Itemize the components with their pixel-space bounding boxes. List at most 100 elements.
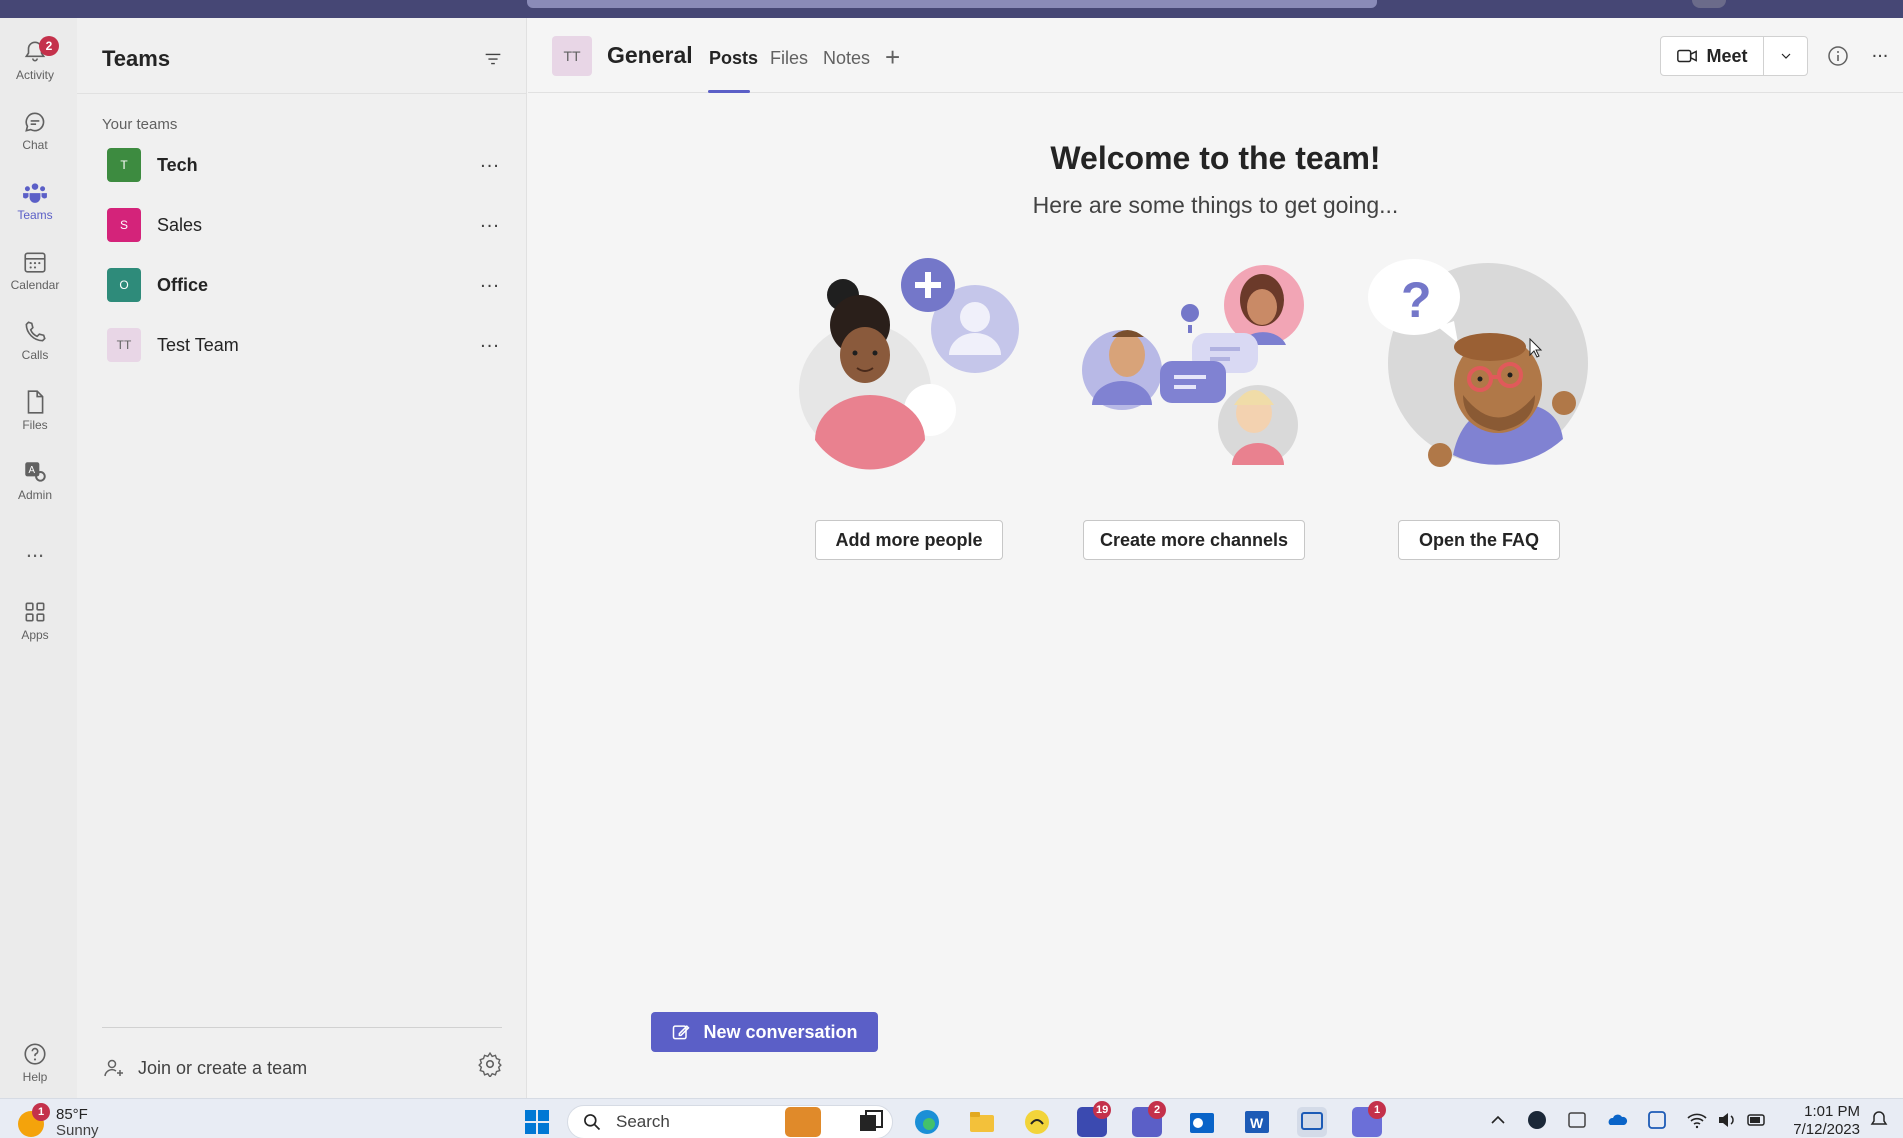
team-item-test-team[interactable]: TT Test Team ... bbox=[77, 318, 527, 374]
create-more-channels-button[interactable]: Create more channels bbox=[1083, 520, 1305, 560]
open-faq-button[interactable]: Open the FAQ bbox=[1398, 520, 1560, 560]
meet-button-group: Meet bbox=[1660, 36, 1808, 76]
teams-app-badge: 2 bbox=[1148, 1101, 1166, 1119]
team-more-button[interactable]: ... bbox=[477, 331, 503, 356]
weather-condition: Sunny bbox=[56, 1122, 99, 1138]
edge-browser-icon[interactable] bbox=[912, 1107, 942, 1137]
sync-icon[interactable] bbox=[1646, 1109, 1668, 1131]
calendar-app-icon[interactable]: 19 bbox=[1077, 1101, 1112, 1137]
file-explorer-icon[interactable] bbox=[967, 1107, 997, 1137]
discord-app-badge: 1 bbox=[1368, 1101, 1386, 1119]
tab-posts[interactable]: Posts bbox=[709, 48, 758, 69]
tray-app-icon[interactable] bbox=[1566, 1109, 1588, 1131]
rail-item-activity[interactable]: Activity 2 bbox=[0, 30, 70, 90]
screen-app-icon[interactable] bbox=[1297, 1107, 1327, 1137]
clock-date: 7/12/2023 bbox=[1793, 1121, 1860, 1138]
onedrive-icon[interactable] bbox=[1606, 1109, 1628, 1131]
section-label: Your teams bbox=[102, 116, 178, 133]
activity-badge: 2 bbox=[39, 36, 59, 56]
discord-app-icon[interactable]: 1 bbox=[1352, 1101, 1386, 1137]
rail-item-help[interactable]: Help bbox=[0, 1032, 70, 1092]
taskbar-search[interactable]: Search bbox=[567, 1105, 893, 1138]
join-create-team-button[interactable]: Join or create a team bbox=[102, 1053, 307, 1083]
profile-avatar[interactable] bbox=[1692, 0, 1726, 8]
team-item-sales[interactable]: S Sales ... bbox=[77, 198, 527, 254]
word-icon[interactable]: W bbox=[1242, 1107, 1272, 1137]
gear-icon[interactable] bbox=[477, 1051, 503, 1077]
meet-button[interactable]: Meet bbox=[1661, 37, 1763, 75]
tab-notes[interactable]: Notes bbox=[823, 48, 870, 69]
rail-item-admin[interactable]: A Admin bbox=[0, 450, 70, 510]
rail-label: Chat bbox=[22, 137, 48, 152]
outlook-icon[interactable] bbox=[1187, 1107, 1217, 1137]
rail-item-teams[interactable]: Teams bbox=[0, 170, 70, 230]
rail-item-apps[interactable]: Apps bbox=[0, 590, 70, 650]
new-conversation-button[interactable]: New conversation bbox=[651, 1012, 878, 1052]
windows-start-icon[interactable] bbox=[522, 1107, 552, 1137]
add-people-illustration bbox=[799, 258, 1019, 470]
apps-icon bbox=[25, 602, 45, 621]
rail-more-button[interactable]: ... bbox=[0, 530, 70, 570]
filter-icon[interactable] bbox=[482, 48, 504, 70]
system-clock[interactable]: 1:01 PM 7/12/2023 bbox=[1770, 1103, 1860, 1138]
meet-dropdown-button[interactable] bbox=[1764, 37, 1808, 75]
rail-label: Calls bbox=[21, 347, 49, 362]
add-more-people-button[interactable]: Add more people bbox=[815, 520, 1003, 560]
teams-app-icon[interactable]: 2 bbox=[1132, 1101, 1166, 1137]
divider bbox=[102, 1027, 502, 1028]
volume-icon[interactable] bbox=[1716, 1109, 1738, 1131]
svg-text:A: A bbox=[29, 465, 36, 476]
panel-title: Teams bbox=[102, 46, 171, 71]
team-name: Tech bbox=[157, 155, 198, 175]
steam-icon[interactable] bbox=[1526, 1109, 1548, 1131]
team-more-button[interactable]: ... bbox=[477, 151, 503, 176]
calendar-app-badge: 19 bbox=[1093, 1101, 1112, 1119]
rail-item-files[interactable]: Files bbox=[0, 380, 70, 440]
search-label: Search bbox=[616, 1112, 670, 1131]
active-tab-indicator bbox=[708, 90, 750, 93]
chevron-down-icon bbox=[1781, 53, 1791, 59]
search-icon bbox=[584, 1114, 601, 1131]
create-channels-illustration bbox=[1082, 265, 1304, 465]
clock-time: 1:01 PM bbox=[1804, 1103, 1860, 1120]
team-avatar: TT bbox=[107, 328, 141, 362]
weather-widget[interactable]: 1 85°F Sunny bbox=[18, 1103, 99, 1138]
welcome-title: Welcome to the team! bbox=[1050, 140, 1381, 176]
new-conversation-label: New conversation bbox=[703, 1021, 858, 1042]
more-options-button[interactable]: ... bbox=[1868, 41, 1892, 68]
rail-label: Calendar bbox=[10, 277, 60, 292]
rail-item-calendar[interactable]: Calendar bbox=[0, 240, 70, 300]
team-name: Office bbox=[157, 275, 209, 295]
tab-files[interactable]: Files bbox=[770, 48, 808, 69]
compose-icon bbox=[673, 1025, 691, 1040]
clock-app-icon[interactable] bbox=[1022, 1107, 1052, 1137]
battery-icon[interactable] bbox=[1746, 1109, 1768, 1131]
info-icon[interactable] bbox=[1826, 44, 1850, 68]
chevron-up-icon[interactable] bbox=[1487, 1109, 1509, 1131]
calendar-icon bbox=[24, 252, 46, 273]
windows-taskbar: 1 85°F Sunny Search 19 2 W 1 1:01 PM 7/1… bbox=[0, 1098, 1903, 1138]
admin-icon: A bbox=[25, 461, 46, 482]
rail-item-calls[interactable]: Calls bbox=[0, 310, 70, 370]
team-item-office[interactable]: O Office ... bbox=[77, 258, 527, 314]
team-more-button[interactable]: ... bbox=[477, 211, 503, 236]
sun-icon: 1 bbox=[18, 1103, 50, 1137]
briefcase-icon[interactable] bbox=[785, 1107, 821, 1137]
teams-panel: Teams Your teams T Tech ... S Sales ... … bbox=[77, 18, 527, 1098]
wifi-icon[interactable] bbox=[1686, 1109, 1708, 1131]
team-more-button[interactable]: ... bbox=[477, 271, 503, 296]
notification-icon[interactable] bbox=[1868, 1109, 1890, 1131]
meet-label: Meet bbox=[1706, 45, 1748, 66]
rail-label: Help bbox=[22, 1069, 48, 1084]
rail-label: Apps bbox=[21, 627, 49, 642]
rail-label: Teams bbox=[17, 207, 53, 222]
add-tab-button[interactable]: + bbox=[885, 44, 900, 70]
top-search-bar[interactable] bbox=[527, 0, 1377, 8]
svg-text:W: W bbox=[1250, 1115, 1264, 1131]
rail-item-chat[interactable]: Chat bbox=[0, 100, 70, 160]
more-icon: ... bbox=[25, 537, 45, 562]
team-name: Test Team bbox=[157, 335, 239, 355]
team-item-tech[interactable]: T Tech ... bbox=[77, 138, 527, 194]
welcome-subtitle: Here are some things to get going... bbox=[1032, 192, 1399, 218]
task-view-icon[interactable] bbox=[856, 1107, 886, 1137]
